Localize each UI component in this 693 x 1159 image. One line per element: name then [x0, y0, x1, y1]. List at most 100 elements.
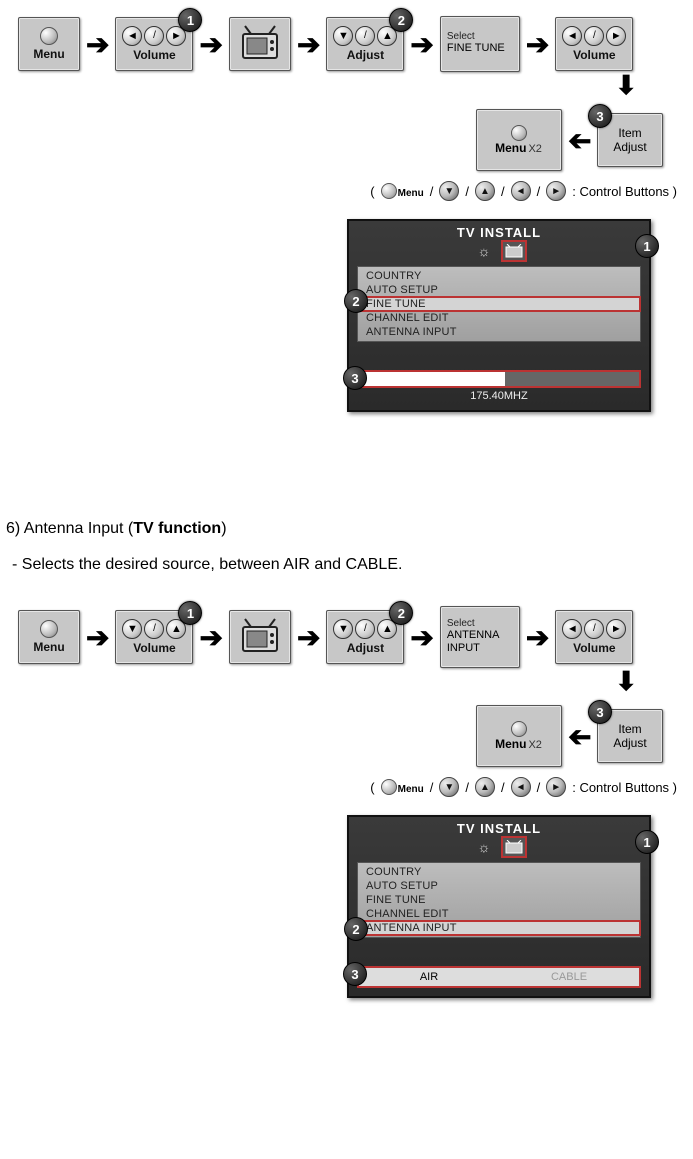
osd-menu-item[interactable]: COUNTRY — [358, 269, 640, 283]
control-buttons-legend: ( Menu / ▼ / ▲ / ◄ / ► : Control Buttons… — [6, 777, 677, 797]
control-buttons-legend: ( Menu / ▼ / ▲ / ◄ / ► : Control Buttons… — [6, 181, 677, 201]
section-6-description: - Selects the desired source, between AI… — [12, 556, 687, 574]
volume-up-down-button[interactable]: 1 ▼/▲ Volume — [115, 610, 193, 664]
item-adjust-box: 3 Item Adjust — [597, 709, 663, 763]
arrow-right-icon: ➔ — [524, 621, 551, 654]
osd-title: TV INSTALL — [349, 221, 649, 240]
select-label: Select — [447, 31, 475, 42]
tv-install-icon-button[interactable] — [229, 610, 291, 664]
down-up-arrows-icon: ▼/▲ — [333, 619, 397, 639]
osd-menu-item[interactable]: COUNTRY — [358, 865, 640, 879]
legend-open: ( — [370, 184, 374, 199]
osd-fine-tune-wrapper: TV INSTALL 1 ☼ 2 COUNTRY AUTO SETUP FINE… — [6, 219, 651, 412]
select-fine-tune-box: Select FINE TUNE — [440, 16, 520, 72]
osd-menu-item[interactable]: CHANNEL EDIT — [358, 311, 640, 325]
osd-icon-strip: 1 ☼ — [349, 836, 649, 858]
volume-label: Volume — [573, 641, 615, 655]
osd-antenna: TV INSTALL 1 ☼ 2 COUNTRY AUTO SETUP FINE… — [347, 815, 651, 998]
arrow-right-icon: ➔ — [408, 621, 435, 654]
osd-menu-item-selected[interactable]: ANTENNA INPUT — [358, 921, 640, 935]
item-adjust-box: 3 Item Adjust — [597, 113, 663, 167]
tv-install-icon-button[interactable] — [229, 17, 291, 71]
osd-menu-item[interactable]: FINE TUNE — [358, 893, 640, 907]
osd-badge-2: 2 — [344, 917, 368, 941]
arrow-right-icon: ➔ — [408, 28, 435, 61]
legend-menu-icon: Menu — [381, 779, 424, 795]
left-right-arrows-icon: ◄/► — [562, 619, 626, 639]
antenna-flow-row1: Menu ➔ 1 ▼/▲ Volume ➔ ➔ 2 ▼/▲ Adjust ➔ S… — [18, 606, 687, 668]
osd-menu-item[interactable]: AUTO SETUP — [358, 283, 640, 297]
menu-x2-label: Menu — [495, 737, 526, 751]
adjust-up-down-button[interactable]: 2 ▼/▲ Adjust — [326, 17, 404, 71]
osd-menu-pane: 2 COUNTRY AUTO SETUP FINE TUNE CHANNEL E… — [357, 266, 641, 342]
menu-x2-button[interactable]: MenuX2 — [476, 109, 562, 171]
adjust-label-2: Adjust — [613, 140, 646, 154]
arrow-right-icon: ➔ — [84, 28, 111, 61]
legend-right-icon: ► — [546, 777, 566, 797]
menu-label: Menu — [33, 640, 64, 654]
select-antenna-input-box: Select ANTENNA INPUT — [440, 606, 520, 668]
adjust-label: Adjust — [347, 48, 384, 62]
left-right-arrows-icon: ◄/► — [122, 26, 186, 46]
menu-button[interactable]: Menu — [18, 610, 80, 664]
osd-tab-brightness-icon: ☼ — [473, 242, 495, 260]
osd-title: TV INSTALL — [349, 817, 649, 836]
menu-circle-icon — [511, 125, 527, 141]
osd-antenna-options[interactable]: AIR CABLE — [357, 966, 641, 988]
fine-tune-flow-row1: Menu ➔ 1 ◄/► Volume ➔ ➔ 2 ▼/▲ Adjust ➔ S… — [18, 16, 687, 72]
menu-circle-icon — [511, 721, 527, 737]
select-value: ANTENNA INPUT — [447, 629, 500, 653]
osd-fine-tune: TV INSTALL 1 ☼ 2 COUNTRY AUTO SETUP FINE… — [347, 219, 651, 412]
legend-down-icon: ▼ — [439, 777, 459, 797]
osd-badge-2: 2 — [344, 289, 368, 313]
menu-button[interactable]: Menu — [18, 17, 80, 71]
legend-menu-icon: Menu — [381, 183, 424, 199]
osd-badge-1: 1 — [635, 830, 659, 854]
legend-slash: / — [465, 780, 469, 795]
adjust-label-2: Adjust — [613, 736, 646, 750]
step-badge-3: 3 — [588, 700, 612, 724]
volume-label: Volume — [133, 641, 175, 655]
osd-menu-item-selected[interactable]: FINE TUNE — [358, 297, 640, 311]
legend-up-icon: ▲ — [475, 777, 495, 797]
arrow-right-icon: ➔ — [197, 28, 224, 61]
osd-menu-item[interactable]: ANTENNA INPUT — [358, 325, 640, 339]
fine-tune-flow-row2: MenuX2 ➔ 3 Item Adjust — [6, 109, 663, 171]
heading-suffix: ) — [221, 520, 226, 537]
volume-label: Volume — [133, 48, 175, 62]
volume-left-right-button[interactable]: ◄/► Volume — [555, 17, 633, 71]
arrow-down-icon: ⬇ — [613, 70, 639, 101]
menu-x2-suffix: X2 — [528, 143, 541, 155]
legend-slash: / — [465, 184, 469, 199]
arrow-down-icon: ⬇ — [613, 666, 639, 697]
legend-slash: / — [501, 780, 505, 795]
legend-left-icon: ◄ — [511, 181, 531, 201]
osd-value-area: 3 175.40MHZ — [357, 370, 641, 402]
menu-x2-button[interactable]: MenuX2 — [476, 705, 562, 767]
volume-left-right-button[interactable]: 1 ◄/► Volume — [115, 17, 193, 71]
left-right-arrows-icon: ◄/► — [562, 26, 626, 46]
antenna-flow-row2: MenuX2 ➔ 3 Item Adjust — [6, 705, 663, 767]
osd-icon-strip: 1 ☼ — [349, 240, 649, 262]
menu-label: Menu — [33, 47, 64, 61]
osd-option-cable[interactable]: CABLE — [499, 968, 639, 986]
select-label: Select — [447, 618, 475, 629]
osd-badge-3: 3 — [343, 366, 367, 390]
menu-circle-icon — [40, 620, 58, 638]
adjust-up-down-button[interactable]: 2 ▼/▲ Adjust — [326, 610, 404, 664]
osd-menu-item[interactable]: CHANNEL EDIT — [358, 907, 640, 921]
osd-fine-tune-value: 175.40MHZ — [357, 390, 641, 402]
arrow-right-icon: ➔ — [524, 28, 551, 61]
legend-text: : Control Buttons ) — [572, 780, 677, 795]
osd-menu-item[interactable]: AUTO SETUP — [358, 879, 640, 893]
osd-value-area: 3 AIR CABLE — [357, 966, 641, 988]
volume-left-right-button[interactable]: ◄/► Volume — [555, 610, 633, 664]
tv-icon — [237, 24, 283, 64]
osd-fine-tune-bar[interactable] — [357, 370, 641, 388]
legend-up-icon: ▲ — [475, 181, 495, 201]
down-up-arrows-icon: ▼/▲ — [333, 26, 397, 46]
osd-option-air[interactable]: AIR — [359, 968, 499, 986]
arrow-right-icon: ➔ — [295, 28, 322, 61]
item-label: Item — [618, 126, 641, 140]
arrow-left-icon: ➔ — [566, 720, 593, 753]
